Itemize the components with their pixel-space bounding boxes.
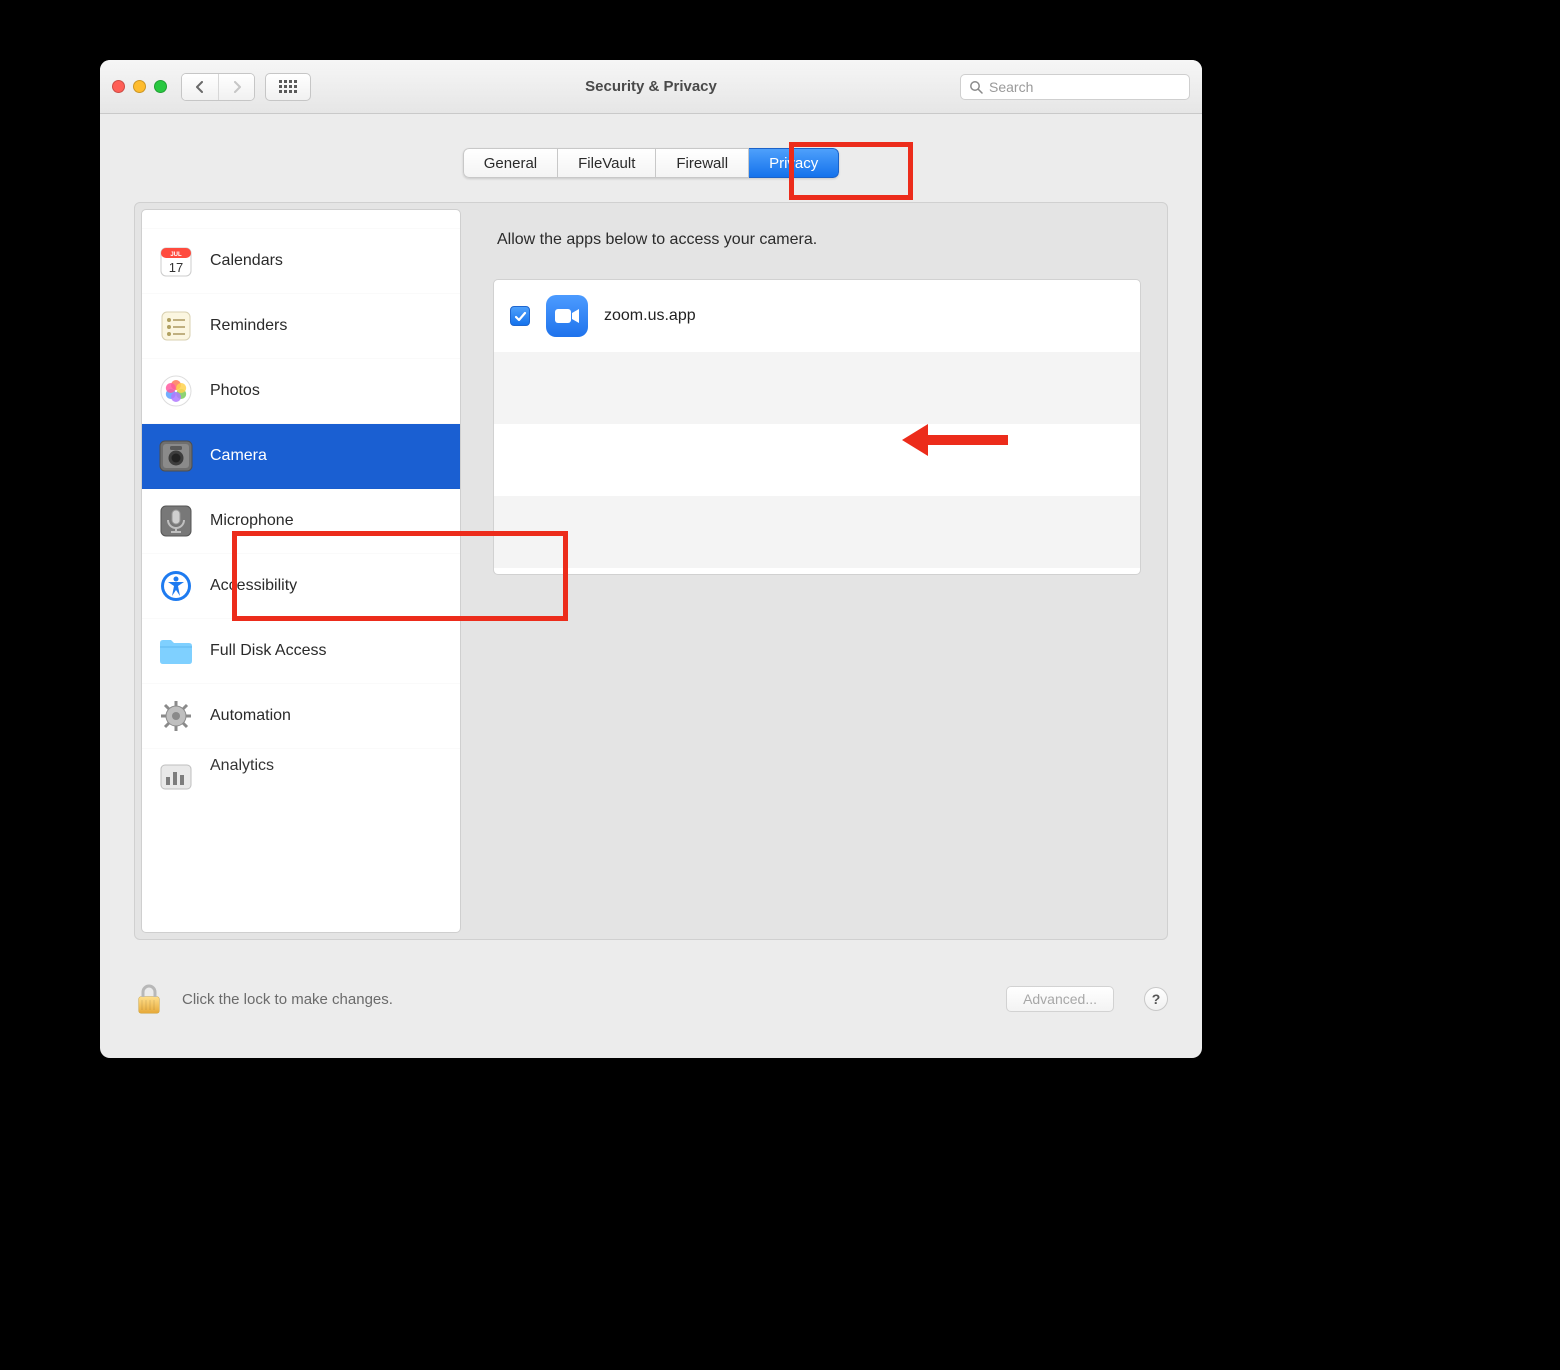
- show-all-button[interactable]: [265, 73, 311, 101]
- zoom-button[interactable]: [154, 80, 167, 93]
- sidebar-item-full-disk-access[interactable]: Full Disk Access: [142, 619, 460, 684]
- app-permission-list[interactable]: zoom.us.app: [493, 279, 1141, 575]
- sidebar-item-label: Analytics: [210, 757, 274, 775]
- tab-privacy[interactable]: Privacy: [749, 148, 839, 178]
- minimize-button[interactable]: [133, 80, 146, 93]
- sidebar-item-label: Photos: [210, 382, 260, 400]
- help-button[interactable]: ?: [1144, 987, 1168, 1011]
- svg-text:17: 17: [169, 260, 183, 275]
- grid-icon: [279, 80, 297, 93]
- sidebar-item-label: Automation: [210, 707, 291, 725]
- app-row-empty: [494, 496, 1140, 568]
- app-row-zoom[interactable]: zoom.us.app: [494, 280, 1140, 352]
- tab-label: Firewall: [676, 155, 728, 172]
- search-icon: [969, 80, 983, 94]
- sidebar-item-label: Full Disk Access: [210, 642, 326, 660]
- tab-bar: General FileVault Firewall Privacy: [100, 114, 1202, 178]
- tab-label: Privacy: [769, 155, 818, 172]
- calendar-icon: JUL 17: [156, 241, 196, 281]
- advanced-button[interactable]: Advanced...: [1006, 986, 1114, 1012]
- window-controls: [112, 80, 167, 93]
- advanced-label: Advanced...: [1023, 991, 1097, 1007]
- close-button[interactable]: [112, 80, 125, 93]
- sidebar-item-label: Calendars: [210, 252, 283, 270]
- sidebar-item-label: Accessibility: [210, 577, 297, 595]
- content-pane: Allow the apps below to access your came…: [467, 203, 1167, 939]
- tab-firewall[interactable]: Firewall: [656, 148, 749, 178]
- content-heading: Allow the apps below to access your came…: [497, 231, 1137, 249]
- lock-icon[interactable]: [134, 983, 164, 1015]
- footer: Click the lock to make changes. Advanced…: [100, 940, 1202, 1058]
- main-panel: Contacts JUL 17 Calendars Reminders: [134, 202, 1168, 940]
- search-field[interactable]: [960, 74, 1190, 100]
- sidebar-item-reminders[interactable]: Reminders: [142, 294, 460, 359]
- camera-icon: [156, 436, 196, 476]
- tab-general[interactable]: General: [463, 148, 558, 178]
- photos-icon: [156, 371, 196, 411]
- help-label: ?: [1152, 991, 1161, 1007]
- sidebar-item-accessibility[interactable]: Accessibility: [142, 554, 460, 619]
- sidebar-item-contacts[interactable]: Contacts: [142, 209, 460, 229]
- tab-label: FileVault: [578, 155, 635, 172]
- sidebar-item-label: Reminders: [210, 317, 287, 335]
- sidebar-item-camera[interactable]: Camera: [142, 424, 460, 489]
- sidebar-item-label: Microphone: [210, 512, 294, 530]
- analytics-icon: [156, 757, 196, 797]
- sidebar-item-automation[interactable]: Automation: [142, 684, 460, 749]
- forward-button[interactable]: [218, 74, 254, 100]
- lock-text: Click the lock to make changes.: [182, 991, 988, 1008]
- toolbar: Security & Privacy: [100, 60, 1202, 114]
- privacy-category-sidebar[interactable]: Contacts JUL 17 Calendars Reminders: [141, 209, 461, 933]
- sidebar-item-analytics[interactable]: Analytics: [142, 749, 460, 797]
- preferences-window: Security & Privacy General FileVault Fir…: [100, 60, 1202, 1058]
- zoom-icon: [546, 295, 588, 337]
- app-row-empty: [494, 424, 1140, 496]
- sidebar-item-label: Camera: [210, 447, 267, 465]
- app-name-label: zoom.us.app: [604, 307, 696, 325]
- sidebar-item-microphone[interactable]: Microphone: [142, 489, 460, 554]
- contacts-icon: [156, 209, 196, 216]
- tab-label: General: [484, 155, 537, 172]
- app-checkbox[interactable]: [510, 306, 530, 326]
- nav-group: [181, 73, 255, 101]
- microphone-icon: [156, 501, 196, 541]
- gear-icon: [156, 696, 196, 736]
- search-input[interactable]: [989, 79, 1181, 95]
- svg-text:JUL: JUL: [170, 252, 182, 258]
- folder-icon: [156, 631, 196, 671]
- accessibility-icon: [156, 566, 196, 606]
- sidebar-item-calendars[interactable]: JUL 17 Calendars: [142, 229, 460, 294]
- reminders-icon: [156, 306, 196, 346]
- sidebar-item-photos[interactable]: Photos: [142, 359, 460, 424]
- tab-filevault[interactable]: FileVault: [558, 148, 656, 178]
- back-button[interactable]: [182, 74, 218, 100]
- app-row-empty: [494, 352, 1140, 424]
